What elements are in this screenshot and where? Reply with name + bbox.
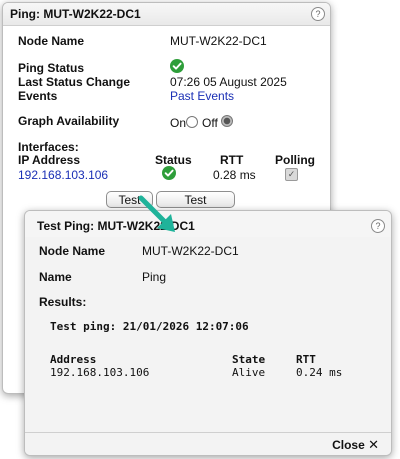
test-ping-dialog: Test Ping: MUT-W2K22-DC1 ? Node Name MUT… [24,210,392,456]
col-status: Status [155,153,192,167]
result-address: 192.168.103.106 [50,366,150,379]
node-name-label: Node Name [18,34,85,48]
result-state: Alive [232,366,266,379]
graph-on-radio[interactable] [186,116,198,128]
node-name-value: MUT-W2K22-DC1 [142,244,239,258]
result-rtt: 0.24 ms [296,366,343,379]
ping-dialog-titlebar: Ping: MUT-W2K22-DC1 ? [3,3,330,26]
graph-off-radio[interactable] [221,115,233,127]
test-ping-dialog-titlebar: Test Ping: MUT-W2K22-DC1 ? [25,211,391,237]
result-col-state: State [232,353,266,366]
name-label: Name [39,270,72,284]
interface-status-ok-icon [162,166,176,180]
help-icon[interactable]: ? [371,219,385,233]
annotation-arrow [138,195,175,232]
ping-dialog-title: Ping: MUT-W2K22-DC1 [10,7,141,21]
close-icon: ✕ [368,437,379,452]
events-label: Events [18,89,58,103]
test-ping-footer: Close ✕ [25,432,391,455]
last-status-change-label: Last Status Change [18,75,131,89]
result-col-address: Address [50,353,97,366]
node-name-label: Node Name [39,244,106,258]
close-button[interactable]: Close ✕ [332,437,379,453]
polling-checkbox[interactable]: ✓ [285,168,298,181]
interfaces-label: Interfaces: [18,140,79,154]
col-rtt: RTT [220,153,244,167]
col-ip-address: IP Address [18,153,81,167]
ip-address-link[interactable]: 192.168.103.106 [18,168,108,182]
result-line: Test ping: 21/01/2026 12:07:06 [50,320,249,333]
graph-availability-label: Graph Availability [18,114,120,128]
graph-off-label: Off [202,116,218,130]
status-ok-icon [170,59,184,73]
results-label: Results: [39,295,87,309]
result-col-rtt: RTT [296,353,316,366]
interface-rtt: 0.28 ms [213,168,256,182]
close-button-label: Close [332,438,365,452]
name-value: Ping [142,270,167,284]
col-polling: Polling [275,153,315,167]
graph-on-label: On [170,116,187,130]
last-status-change-value: 07:26 05 August 2025 [170,75,287,89]
help-icon[interactable]: ? [311,7,325,21]
node-name-value: MUT-W2K22-DC1 [170,34,267,48]
past-events-link[interactable]: Past Events [170,89,234,103]
ping-status-label: Ping Status [18,61,85,75]
